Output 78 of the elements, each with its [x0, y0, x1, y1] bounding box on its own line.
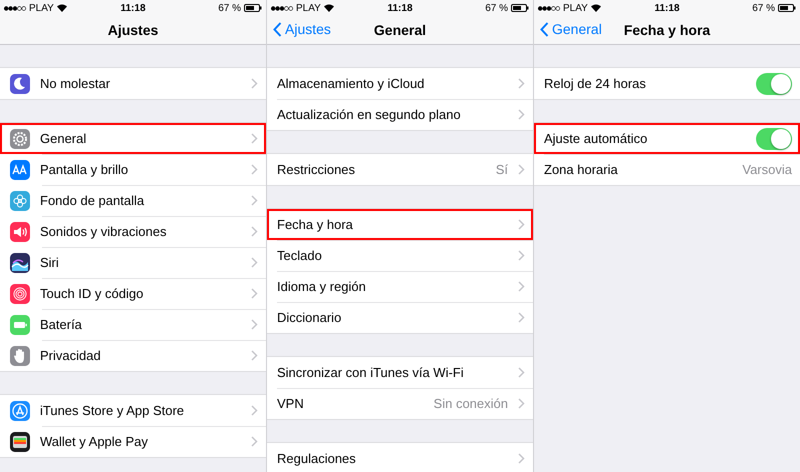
row-label: Sincronizar con iTunes vía Wi-Fi: [277, 365, 465, 380]
row-label: iTunes Store y App Store: [40, 403, 186, 418]
toggle-switch[interactable]: [756, 128, 792, 150]
row-label: Idioma y región: [277, 279, 367, 294]
back-button[interactable]: Ajustes: [273, 21, 331, 37]
chevron-icon: [518, 109, 525, 120]
row-label: Diccionario: [277, 310, 342, 325]
chevron-icon: [251, 350, 258, 361]
row-label: Pantalla y brillo: [40, 162, 130, 177]
row-label: Actualización en segundo plano: [277, 107, 462, 122]
wifi-icon: [324, 4, 334, 12]
chevron-icon: [518, 281, 525, 292]
chevron-icon: [251, 288, 258, 299]
nav-title: Ajustes: [108, 22, 158, 38]
battery-percent: 67 %: [752, 2, 775, 14]
battery-icon: [778, 4, 796, 12]
row-label: Restricciones: [277, 162, 356, 177]
nav-title: Fecha y hora: [624, 22, 710, 38]
row-label: Touch ID y código: [40, 286, 144, 301]
row-label: Reloj de 24 horas: [544, 76, 647, 91]
chevron-icon: [251, 405, 258, 416]
row-label: General: [40, 131, 88, 146]
chevron-icon: [251, 436, 258, 447]
chevron-icon: [251, 78, 258, 89]
battery-percent: 67 %: [485, 2, 508, 14]
nav-title: General: [374, 22, 426, 38]
battery-icon: [244, 4, 262, 12]
row-label: Almacenamiento y iCloud: [277, 76, 426, 91]
status-time: 11:18: [120, 2, 146, 14]
row-value: Sin conexión: [434, 396, 508, 411]
chevron-icon: [251, 133, 258, 144]
chevron-icon: [518, 312, 525, 323]
row-label: Fondo de pantalla: [40, 193, 146, 208]
row-label: Zona horaria: [544, 162, 619, 177]
chevron-icon: [518, 164, 525, 175]
battery-icon: [511, 4, 529, 12]
row-value: Varsovia: [742, 162, 792, 177]
carrier-name: PLAY: [296, 2, 321, 14]
chevron-icon: [251, 164, 258, 175]
battery-percent: 67 %: [218, 2, 241, 14]
chevron-icon: [518, 367, 525, 378]
chevron-icon: [518, 219, 525, 230]
row-label: Teclado: [277, 248, 323, 263]
row-value: Sí: [496, 162, 508, 177]
chevron-icon: [518, 250, 525, 261]
status-time: 11:18: [387, 2, 413, 14]
row-label: No molestar: [40, 76, 112, 91]
back-chevron-icon: [540, 22, 549, 36]
settings-row[interactable]: Ajuste automático: [534, 123, 800, 154]
status-time: 11:18: [654, 2, 680, 14]
chevron-icon: [518, 398, 525, 409]
back-chevron-icon: [273, 22, 282, 36]
chevron-icon: [251, 257, 258, 268]
settings-row[interactable]: General: [0, 123, 266, 154]
chevron-icon: [251, 319, 258, 330]
signal-icon: [4, 6, 26, 10]
wifi-icon: [56, 4, 67, 12]
row-label: Regulaciones: [277, 451, 357, 466]
row-label: Ajuste automático: [544, 131, 648, 146]
carrier-name: PLAY: [563, 2, 588, 14]
chevron-icon: [251, 195, 258, 206]
row-label: VPN: [277, 396, 305, 411]
back-button[interactable]: General: [540, 21, 602, 37]
row-label: Sonidos y vibraciones: [40, 224, 168, 239]
chevron-icon: [518, 78, 525, 89]
chevron-icon: [251, 226, 258, 237]
row-label: Batería: [40, 317, 83, 332]
row-label: Fecha y hora: [277, 217, 354, 232]
carrier-name: PLAY: [29, 2, 54, 14]
chevron-icon: [518, 453, 525, 464]
signal-icon: [538, 6, 560, 10]
toggle-switch[interactable]: [756, 72, 792, 94]
row-label: Privacidad: [40, 348, 102, 363]
signal-icon: [271, 6, 293, 10]
settings-row[interactable]: Fecha y hora: [267, 209, 533, 240]
row-label: Wallet y Apple Pay: [40, 434, 149, 449]
wifi-icon: [590, 4, 601, 12]
row-label: Siri: [40, 255, 60, 270]
